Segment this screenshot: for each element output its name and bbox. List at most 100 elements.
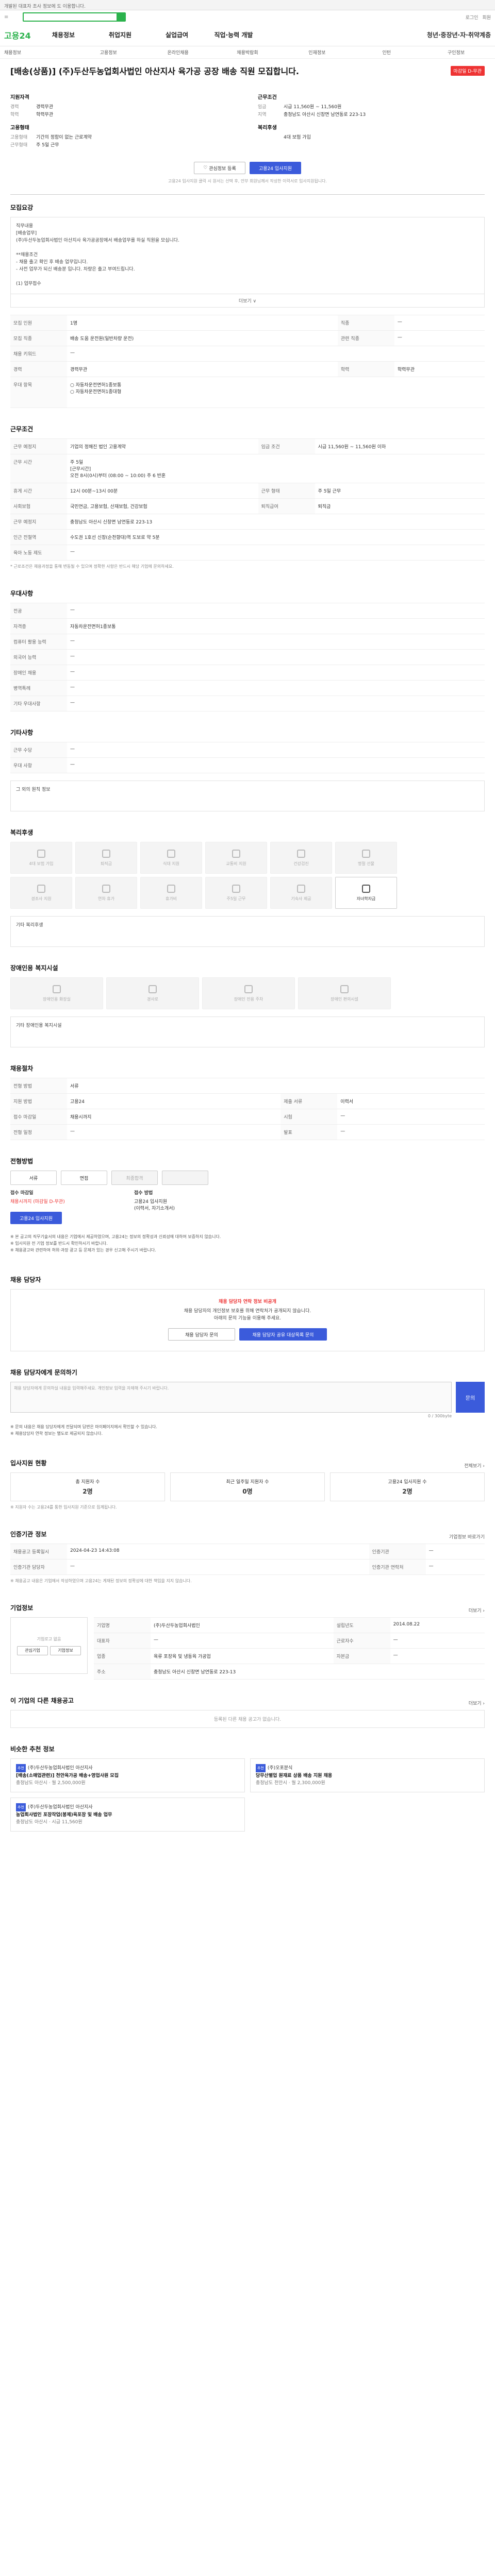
table-row: 우대 사항 — — [10, 757, 485, 773]
cell: — — [425, 1559, 485, 1575]
section-title: 복리후생 — [10, 829, 34, 836]
welfare-item: 휴가비 — [140, 877, 202, 909]
welfare-label: 명절 선물 — [358, 861, 374, 866]
cell: 충청남도 아산시 신창면 남연동로 223-13 — [67, 514, 485, 530]
inquiry-textarea[interactable]: 채용 담당자에게 문의하실 내용을 입력해주세요. 개인정보 입력을 자제해 주… — [10, 1382, 452, 1413]
section-company: 기업정보 더보기 › 기업로고 없음 관심기업 기업정보 기업명 (주)두산두농업회사… — [0, 1595, 495, 1688]
value: 학력무관 — [36, 112, 54, 117]
cell: 장애인 채용 — [10, 665, 67, 681]
interest-company-button[interactable]: 관심기업 — [17, 1646, 48, 1655]
process-table: 전형 방법 서류 지원 방법 고용24 제출 서류 이력서 접수 마감일 채용시까지 시험 —… — [10, 1078, 485, 1140]
view-all-link[interactable]: 전체보기 › — [464, 1462, 485, 1469]
sub-nav-item[interactable]: 채용정보 — [4, 49, 74, 56]
welfare-item: 경조사 지원 — [10, 877, 72, 909]
recommend-card[interactable]: 추천 (주)오포분식 당무산별업 원재료 상품 배송 지원 채용 충청남도 천안시 ·… — [250, 1758, 485, 1792]
welfare-icon — [102, 884, 110, 893]
welfare-icon — [102, 849, 110, 858]
apply-button[interactable]: 고용24 입사지원 — [250, 162, 301, 174]
section-manager: 채용 담당자 채용 담당자 연락 정보 비공개 채용 담당자의 개인정보 보호를… — [0, 1267, 495, 1360]
search-icon[interactable] — [117, 13, 125, 21]
label — [258, 134, 284, 142]
interest-button[interactable]: ♡ 관심정보 등록 — [194, 162, 245, 174]
section-cert: 인증기관 정보 기업정보 바로가기 채용공고 등록일시 2024-04-23 14:… — [0, 1521, 495, 1595]
accessibility-icon — [148, 985, 157, 993]
header-bar: ≡ 로그인 회원 — [0, 10, 495, 24]
company-detail-button[interactable]: 기업정보 — [50, 1646, 81, 1655]
cell: 퇴직금 — [315, 498, 485, 514]
table-row: 인증기관 담당자 — 인증기관 연락처 — — [10, 1559, 485, 1575]
tag: 추천 — [16, 1764, 26, 1772]
section-preference: 우대사항 전공 — 자격증 자동차운전면허1종보통 컴퓨터 활용 능력 — 외국어 능… — [0, 581, 495, 720]
value: 주 5일 근무 — [36, 143, 59, 148]
cell: 전형 일정 — [10, 1124, 67, 1140]
cell: — — [390, 1648, 485, 1664]
preference-table: 전공 — 자격증 자동차운전면허1종보통 컴퓨터 활용 능력 — 외국어 능력 — 장애… — [10, 603, 485, 711]
empty-message: 등록된 다른 채용 공고가 없습니다. — [10, 1710, 485, 1728]
table-row: 모집 직종 배송 도움 운전원(일반차량 운전) 관련 직종 — — [10, 330, 485, 346]
sub-nav-item[interactable]: 인턴 — [352, 49, 421, 56]
stat-label: 총 지원자 수 — [75, 1480, 100, 1485]
stat-value: 0명 — [242, 1488, 253, 1495]
cell: 자본금 — [333, 1648, 390, 1664]
label: 경력 — [10, 105, 19, 110]
welfare-label: 교통비 지원 — [226, 861, 246, 866]
table-row: 모집 인원 1명 직종 — — [10, 315, 485, 331]
inquiry-submit-button[interactable]: 문의 — [456, 1382, 485, 1413]
stat-value: 2명 — [402, 1488, 412, 1495]
nav-item[interactable]: 채용정보 — [35, 30, 92, 39]
byte-counter: 0 / 300byte — [427, 1414, 452, 1418]
recommend-card[interactable]: 추천 (주)두산두농업회사법인 아산지사 농업회사법인 포장작업(봉제)육포장 및 … — [10, 1798, 245, 1832]
table-row: 지원 방법 고용24 제출 서류 이력서 — [10, 1093, 485, 1109]
sub-nav-item[interactable]: 채용박람회 — [213, 49, 283, 56]
cell: 근무 시간 — [10, 454, 67, 483]
nav-item[interactable]: 직업·능력 개발 — [205, 30, 262, 39]
signup-link[interactable]: 회원 — [482, 14, 491, 21]
apply-button-2[interactable]: 고용24 입사지원 — [10, 1212, 62, 1224]
login-link[interactable]: 로그인 — [466, 14, 478, 21]
cell: 기업의 정해진 법인 고용계약 — [67, 438, 258, 454]
value: 시급 11,560원 ~ 11,560원 — [284, 105, 342, 110]
nav-item[interactable]: 청년·중장년·자·취약계층 — [427, 30, 491, 39]
welfare-icon — [362, 884, 370, 893]
cell: 설립년도 — [333, 1617, 390, 1633]
manager-inquiry-button[interactable]: 채용 담당자 문의 — [168, 1328, 235, 1341]
label: 학력 — [10, 112, 19, 117]
welfare-label: 건강검진 — [293, 861, 309, 866]
sub-nav-item[interactable]: 구인정보 — [421, 49, 491, 56]
inquiry-notes: ※ 문의 내용은 채용 담당자에게 전달되며 답변은 마이페이지에서 확인할 수… — [10, 1425, 157, 1436]
table-row: 근무 시간 주 5일 [근무시간] 오전 8시(0시)부터 (08:00 ~ 10… — [10, 454, 485, 483]
welfare-label: 기숙사 제공 — [291, 896, 311, 901]
tag: 추천 — [16, 1803, 26, 1811]
sub-nav-item[interactable]: 고용정보 — [74, 49, 143, 56]
nav-item[interactable]: 취업지원 — [92, 30, 148, 39]
welfare-icon — [232, 884, 240, 893]
conditions-table: 근무 예정지 기업의 정해진 법인 고용계약 임금 조건 시급 11,560원 ~ 1… — [10, 438, 485, 561]
more-link[interactable]: 더보기 › — [469, 1607, 485, 1614]
cell: 전형 방법 — [10, 1078, 67, 1094]
value: 채용시까지 (마감일 D-무관) — [10, 1199, 65, 1205]
company-name: (주)오포분식 — [267, 1766, 293, 1771]
step-item — [162, 1171, 208, 1185]
cell: 외국어 능력 — [10, 649, 67, 665]
logo[interactable]: ≡ — [4, 14, 18, 20]
recruit-table: 모집 인원 1명 직종 — 모집 직종 배송 도움 운전원(일반차량 운전) 관련 직종 —… — [10, 315, 485, 408]
brand-logo[interactable]: 고용24 — [4, 29, 35, 41]
cell: — — [394, 330, 485, 346]
section-title: 근무조건 — [10, 426, 34, 433]
nav-item[interactable]: 실업급여 — [148, 30, 205, 39]
sub-nav-item[interactable]: 온라인채용 — [143, 49, 213, 56]
company-info-link[interactable]: 기업정보 바로가기 — [449, 1533, 485, 1540]
cell: — — [67, 1124, 281, 1140]
more-button[interactable]: 더보기 ∨ — [10, 294, 485, 308]
search-input[interactable] — [23, 12, 126, 22]
sub-nav-item[interactable]: 인재정보 — [282, 49, 352, 56]
sub-nav: 채용정보 고용정보 온라인채용 채용박람회 인재정보 인턴 구인정보 — [0, 46, 495, 59]
cell: ○ 자동차운전면허1종보통 ○ 자동차운전면허1종대형 — [67, 377, 485, 408]
welfare-etc-box: 기타 복리후생 — [10, 916, 485, 947]
table-row: 채용 키워드 — — [10, 346, 485, 362]
manager-share-button[interactable]: 채용 담당자 공유 대상목록 문의 — [239, 1328, 327, 1341]
cell: — — [67, 1559, 369, 1575]
recommend-card[interactable]: 추천 (주)두산두농업회사법인 아산지사 [배송(소매업관련)] 천안육가공 배송+… — [10, 1758, 245, 1792]
more-link[interactable]: 더보기 › — [469, 1700, 485, 1706]
cell: 기타 우대사항 — [10, 696, 67, 711]
